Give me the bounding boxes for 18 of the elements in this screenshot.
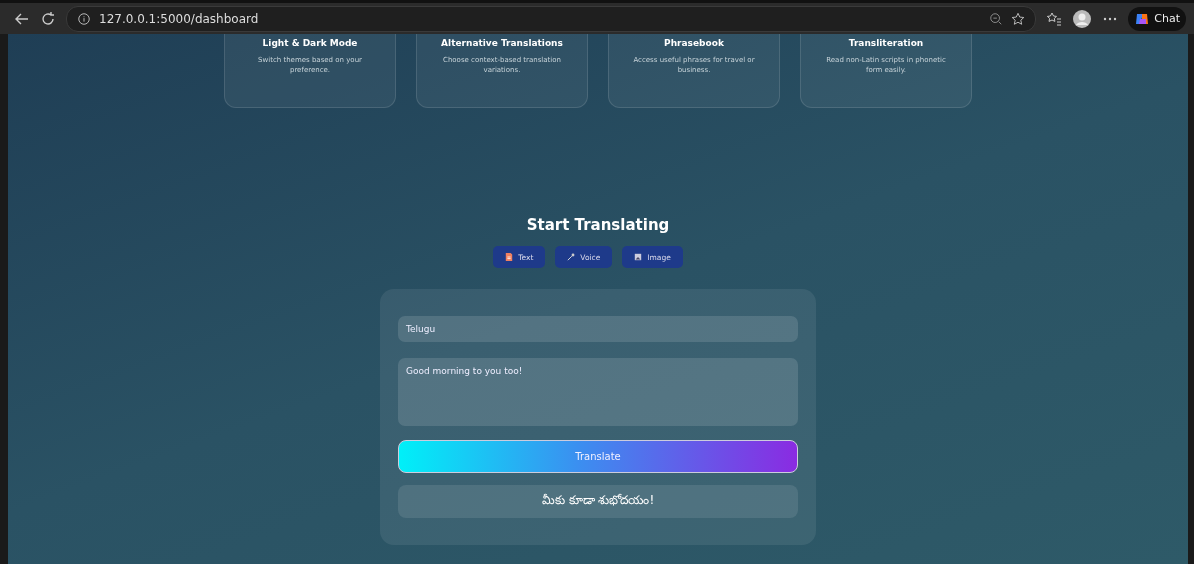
document-icon [505,253,514,261]
refresh-icon[interactable] [40,10,56,27]
language-select[interactable]: Telugu [398,316,798,342]
feature-title: Transliteration [847,38,925,48]
avatar-icon[interactable] [1072,8,1093,29]
input-field[interactable]: Good morning to you too! [398,357,798,427]
address-bar[interactable]: 127.0.0.1:5000/dashboard [66,5,1037,32]
zoom-out-icon[interactable] [989,11,1004,26]
star-icon[interactable] [1011,11,1026,26]
info-icon[interactable] [77,11,91,26]
feature-title: Phrasebook [663,38,725,48]
favorites-icon[interactable] [1046,10,1063,27]
feature-title: Light & Dark Mode [261,38,359,48]
section-heading: Start Translating [526,216,670,234]
chat-button[interactable]: Chat [1128,6,1186,31]
feature-title: Alternative Translations [441,38,563,48]
image-icon [634,253,643,261]
translation-result: మీకు కూడా శుభోదయం! [398,484,798,518]
